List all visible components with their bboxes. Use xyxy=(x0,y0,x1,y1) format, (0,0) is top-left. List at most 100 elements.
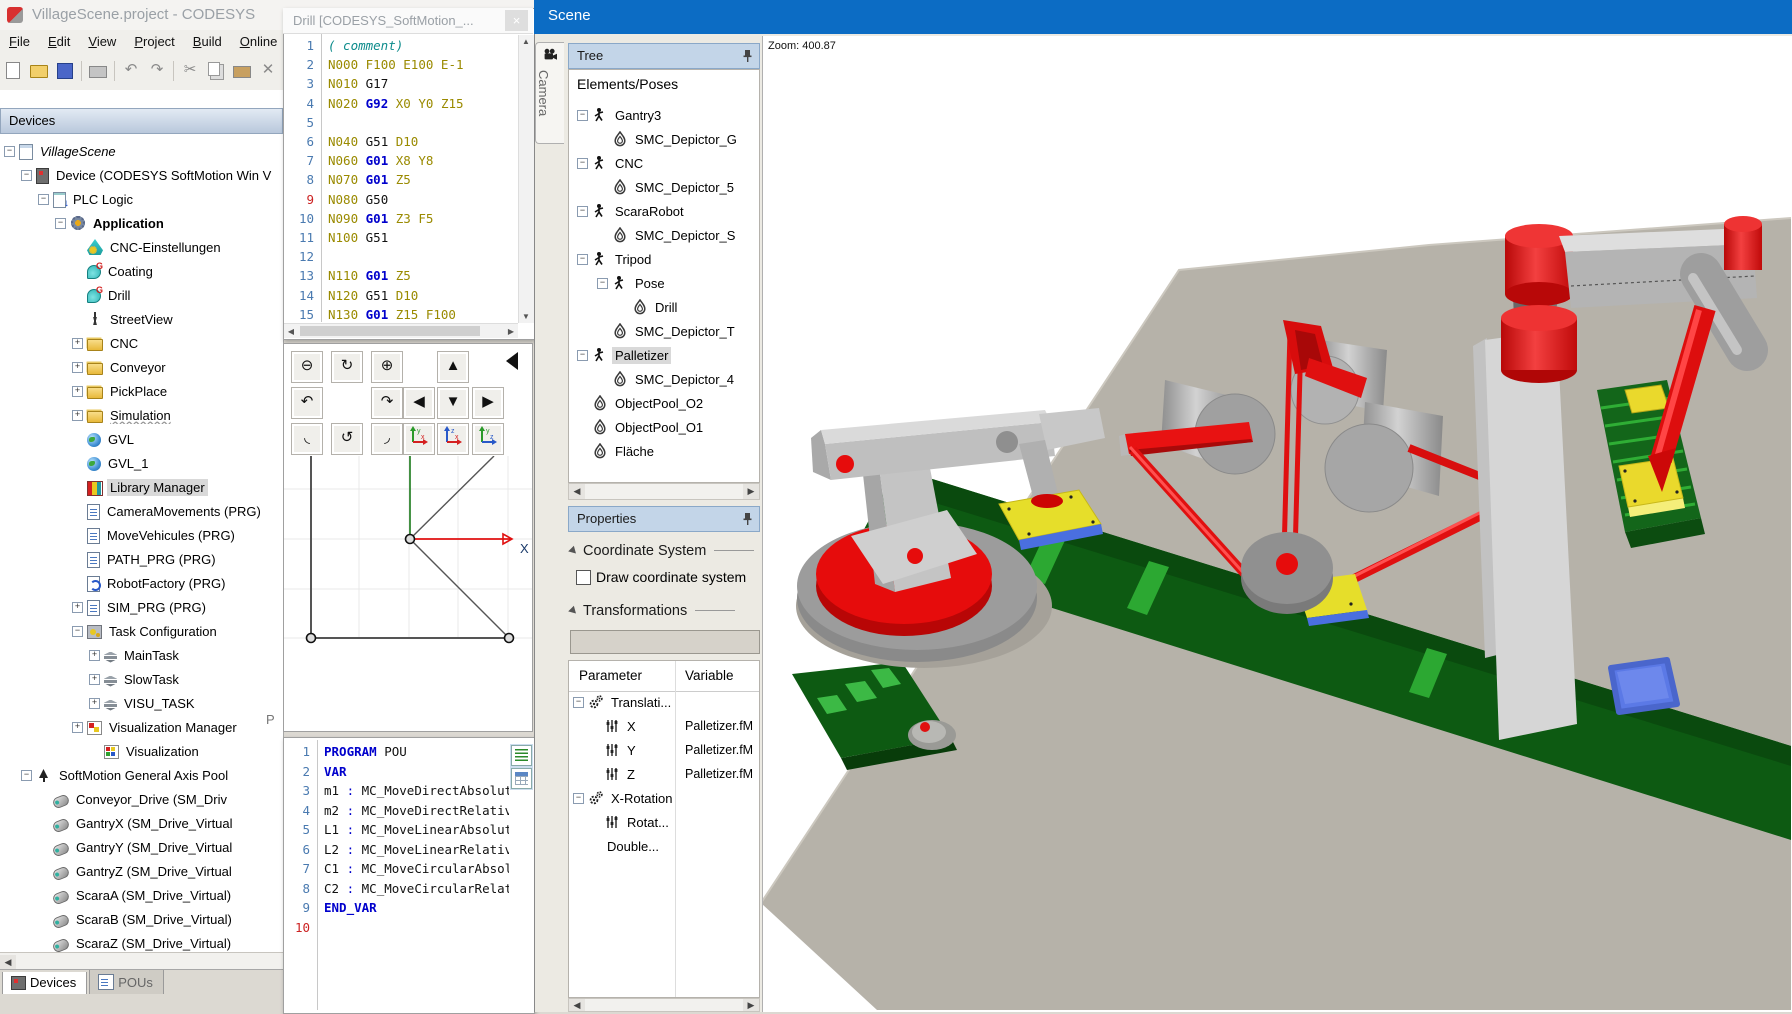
column-variable[interactable]: Variable xyxy=(685,668,734,683)
parameter-row-x-rotation[interactable]: −X-Rotation xyxy=(573,787,675,809)
open-project-button[interactable] xyxy=(27,58,51,82)
parameter-variable[interactable]: Palletizer.fM xyxy=(685,743,759,757)
tree-item-visualization-manager[interactable]: +Visualization Manager xyxy=(72,716,240,738)
paste-button[interactable] xyxy=(230,58,254,82)
tree-item-smc-depictor-g[interactable]: SMC_Depictor_G xyxy=(597,128,740,150)
move-down-button[interactable]: ▼ xyxy=(437,387,469,419)
tree-item-softmotion-general-axis-pool[interactable]: −SoftMotion General Axis Pool xyxy=(21,764,231,786)
tree-item-visu-task[interactable]: +VISU_TASK xyxy=(89,692,198,714)
expand-icon[interactable]: + xyxy=(72,602,83,613)
scroll-down-icon[interactable]: ▼ xyxy=(519,312,533,321)
scroll-left-icon[interactable]: ◀ xyxy=(0,955,16,970)
menu-project[interactable]: Project xyxy=(125,30,183,53)
print-button[interactable] xyxy=(86,58,110,82)
collapse-icon[interactable]: − xyxy=(72,626,83,637)
new-document-button[interactable] xyxy=(1,58,25,82)
tree-item-fl-che[interactable]: Fläche xyxy=(577,440,657,462)
gcode-hscrollbar[interactable]: ◀ ▶ xyxy=(284,323,518,338)
column-parameter[interactable]: Parameter xyxy=(579,668,642,683)
collapse-icon[interactable]: − xyxy=(597,278,608,289)
expand-icon[interactable]: + xyxy=(89,698,100,709)
rotate-left-button[interactable]: ↶ xyxy=(291,387,323,419)
scene-window-titlebar[interactable]: Scene xyxy=(534,0,1792,34)
camera-tab[interactable]: Camera xyxy=(535,42,564,144)
expand-icon[interactable]: + xyxy=(72,362,83,373)
parameter-row-double[interactable]: Double... xyxy=(591,835,662,857)
parameter-horizontal-scrollbar[interactable]: ◀ ▶ xyxy=(568,998,760,1012)
tree-item-sim-prg-prg[interactable]: +SIM_PRG (PRG) xyxy=(72,596,209,618)
expand-icon[interactable]: + xyxy=(89,674,100,685)
tree-item-conveyor[interactable]: +Conveyor xyxy=(72,356,169,378)
undo-button[interactable]: ↶ xyxy=(119,58,143,82)
tree-item-palletizer[interactable]: −Palletizer xyxy=(577,344,671,366)
properties-panel-header[interactable]: Properties xyxy=(568,506,760,532)
scroll-right-icon[interactable]: ▶ xyxy=(504,327,518,336)
pin-icon[interactable] xyxy=(739,511,753,528)
tree-panel-header[interactable]: Tree xyxy=(568,43,760,69)
tree-item-scaraa-sm-drive-virtual[interactable]: ScaraA (SM_Drive_Virtual) xyxy=(38,884,234,906)
tree-item-gantryz-sm-drive-virtual[interactable]: GantryZ (SM_Drive_Virtual xyxy=(38,860,235,882)
redo-button[interactable]: ↷ xyxy=(145,58,169,82)
tree-item-streetview[interactable]: StreetView xyxy=(72,308,176,330)
tree-item-application[interactable]: −Application xyxy=(55,212,167,234)
tree-item-objectpool-o1[interactable]: ObjectPool_O1 xyxy=(577,416,706,438)
scroll-left-icon[interactable]: ◀ xyxy=(284,327,298,336)
parameter-row-rotat[interactable]: Rotat... xyxy=(591,811,672,833)
tree-item-plc-logic[interactable]: −PLC Logic xyxy=(38,188,136,210)
pin-icon[interactable] xyxy=(739,48,753,65)
pou-editor[interactable]: 1PROGRAM POU2VAR3m1 : MC_MoveDirectAbsol… xyxy=(284,740,509,1010)
menu-edit[interactable]: Edit xyxy=(39,30,79,53)
draw-coordinate-system-checkbox[interactable] xyxy=(576,570,591,585)
parameter-row-x[interactable]: X xyxy=(591,715,639,737)
close-icon[interactable]: × xyxy=(505,10,528,31)
tree-item-scararobot[interactable]: −ScaraRobot xyxy=(577,200,687,222)
tree-item-movevehicules-prg[interactable]: MoveVehicules (PRG) xyxy=(72,524,238,546)
tree-item-simulation[interactable]: +Simulation xyxy=(72,404,174,426)
view-xy-button[interactable]: yx xyxy=(403,423,435,455)
tab-pous[interactable]: POUs xyxy=(89,970,164,996)
tree-item-smc-depictor-t[interactable]: SMC_Depictor_T xyxy=(597,320,738,342)
tree-item-drill[interactable]: Drill xyxy=(72,284,133,306)
tree-item-pose[interactable]: −Pose xyxy=(597,272,668,294)
move-left-button[interactable]: ◀ xyxy=(403,387,435,419)
scroll-right-icon[interactable]: ▶ xyxy=(743,999,759,1011)
menu-file[interactable]: File xyxy=(0,30,39,53)
arc-right-button[interactable]: ◞ xyxy=(371,423,403,455)
tree-item-coating[interactable]: Coating xyxy=(72,260,156,282)
table-view-button[interactable] xyxy=(511,768,532,789)
tree-horizontal-scrollbar[interactable]: ◀ ▶ xyxy=(568,483,760,500)
delete-button[interactable]: ✕ xyxy=(256,58,280,82)
save-button[interactable] xyxy=(53,58,77,82)
expand-icon[interactable]: + xyxy=(72,410,83,421)
tree-item-scarab-sm-drive-virtual[interactable]: ScaraB (SM_Drive_Virtual) xyxy=(38,908,235,930)
tree-item-cnc[interactable]: +CNC xyxy=(72,332,141,354)
scroll-thumb[interactable] xyxy=(300,326,480,336)
collapse-icon[interactable]: − xyxy=(577,110,588,121)
cut-button[interactable]: ✂ xyxy=(178,58,202,82)
move-up-button[interactable]: ▲ xyxy=(437,351,469,383)
tree-item-robotfactory-prg[interactable]: RobotFactory (PRG) xyxy=(72,572,228,594)
copy-button[interactable] xyxy=(204,58,228,82)
tree-item-library-manager[interactable]: Library Manager xyxy=(72,476,208,498)
menu-online[interactable]: Online xyxy=(231,30,287,53)
gcode-editor[interactable]: 1( comment)2N000 F100 E100 E-13N010 G174… xyxy=(284,34,518,322)
gcode-vscrollbar[interactable]: ▲ ▼ xyxy=(518,35,534,323)
tree-item-villagescene[interactable]: −VillageScene xyxy=(4,140,119,162)
collapse-icon[interactable]: − xyxy=(573,697,584,708)
parameter-row-translati[interactable]: −Translati... xyxy=(573,691,674,713)
declaration-view-button[interactable] xyxy=(511,745,532,766)
tree-item-objectpool-o2[interactable]: ObjectPool_O2 xyxy=(577,392,706,414)
expand-icon[interactable]: + xyxy=(72,338,83,349)
tree-item-scaraz-sm-drive-virtual[interactable]: ScaraZ (SM_Drive_Virtual) xyxy=(38,932,234,952)
collapse-icon[interactable]: − xyxy=(55,218,66,229)
3d-viewport[interactable] xyxy=(762,36,1792,1012)
transformations-section[interactable]: Transformations xyxy=(570,603,735,619)
tree-item-device-codesys-softmotion-win-v[interactable]: −Device (CODESYS SoftMotion Win V xyxy=(21,164,274,186)
parameter-row-y[interactable]: Y xyxy=(591,739,639,761)
move-right-button[interactable]: ▶ xyxy=(472,387,504,419)
tree-item-gvl-1[interactable]: GVL_1 xyxy=(72,452,151,474)
tree-item-gantryy-sm-drive-virtual[interactable]: GantryY (SM_Drive_Virtual xyxy=(38,836,235,858)
rotate-right-button[interactable]: ↷ xyxy=(371,387,403,419)
devices-horizontal-scrollbar[interactable]: ◀ xyxy=(0,952,283,970)
expand-icon[interactable]: + xyxy=(89,650,100,661)
